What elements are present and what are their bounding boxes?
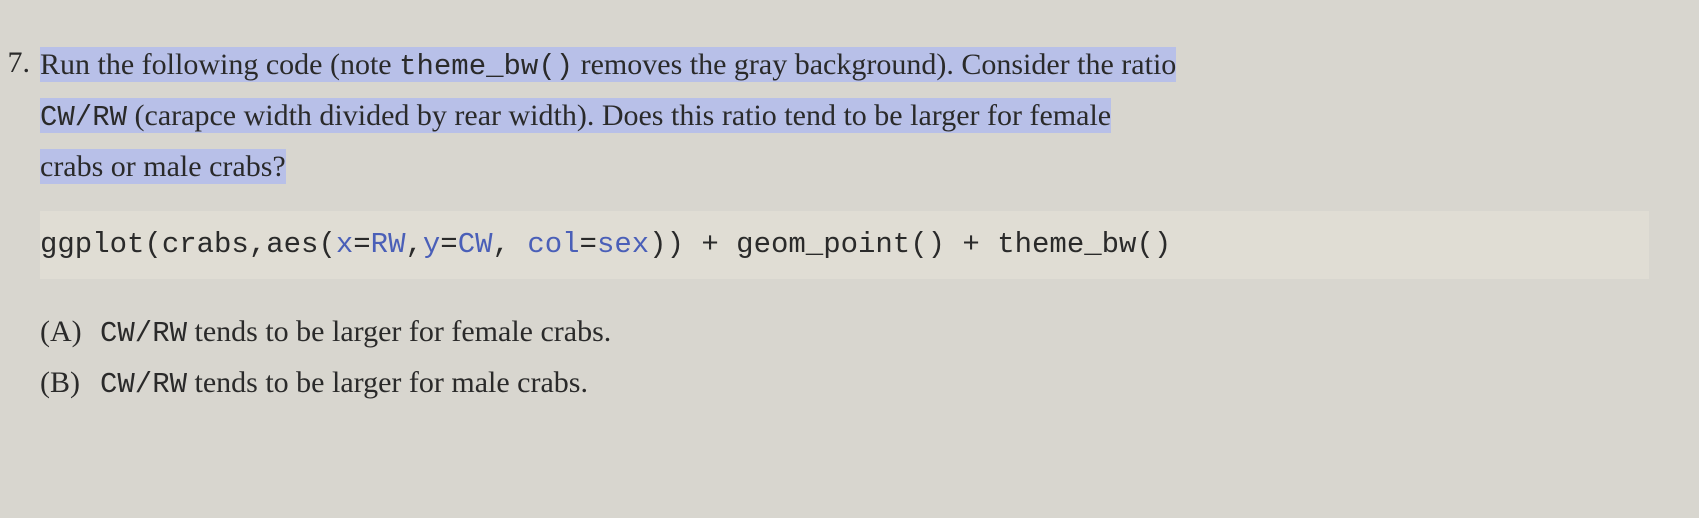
question-line3-highlight: crabs or male crabs? <box>40 149 286 184</box>
option-a-label: (A) <box>40 309 100 356</box>
question-number: 7. <box>0 40 40 85</box>
question-text-part1: Run the following code (note <box>40 48 399 81</box>
options-list: (A) CW/RW tends to be larger for female … <box>40 309 1649 407</box>
question-text-part3b: (carapce width divided by rear width). D… <box>127 99 1111 132</box>
question-text: Run the following code (note theme_bw() … <box>40 40 1649 191</box>
option-b-rest: tends to be larger for male crabs. <box>187 366 588 399</box>
code-t13: )) + geom_point() + theme_bw() <box>649 228 1171 261</box>
question-line1-highlight: Run the following code (note theme_bw() … <box>40 47 1176 82</box>
question-text-part2: removes the gray background). Consider t… <box>573 48 1176 81</box>
code-block: ggplot(crabs,aes(x=RW,y=CW, col=sex)) + … <box>40 211 1649 279</box>
code-t3: = <box>353 228 370 261</box>
code-t7: = <box>440 228 457 261</box>
code-t9: , <box>493 228 528 261</box>
option-a: (A) CW/RW tends to be larger for female … <box>40 309 1649 356</box>
option-b: (B) CW/RW tends to be larger for male cr… <box>40 360 1649 407</box>
option-a-text: CW/RW tends to be larger for female crab… <box>100 309 1649 356</box>
code-t5: , <box>405 228 422 261</box>
inline-code-cwrw: CW/RW <box>40 101 127 134</box>
option-a-code: CW/RW <box>100 317 187 350</box>
code-sex: sex <box>597 228 649 261</box>
option-a-rest: tends to be larger for female crabs. <box>187 315 611 348</box>
code-y: y <box>423 228 440 261</box>
question-line2-highlight: CW/RW (carapce width divided by rear wid… <box>40 98 1111 133</box>
option-b-code: CW/RW <box>100 368 187 401</box>
code-x: x <box>336 228 353 261</box>
question-container: 7. Run the following code (note theme_bw… <box>0 40 1679 412</box>
code-rw: RW <box>371 228 406 261</box>
question-content: Run the following code (note theme_bw() … <box>40 40 1679 412</box>
code-col: col <box>527 228 579 261</box>
option-b-label: (B) <box>40 360 100 407</box>
code-t1: ggplot(crabs,aes( <box>40 228 336 261</box>
inline-code-theme-bw: theme_bw() <box>399 50 573 83</box>
question-text-part4: crabs or male crabs? <box>40 150 286 183</box>
option-b-text: CW/RW tends to be larger for male crabs. <box>100 360 1649 407</box>
code-cw: CW <box>458 228 493 261</box>
code-t11: = <box>580 228 597 261</box>
